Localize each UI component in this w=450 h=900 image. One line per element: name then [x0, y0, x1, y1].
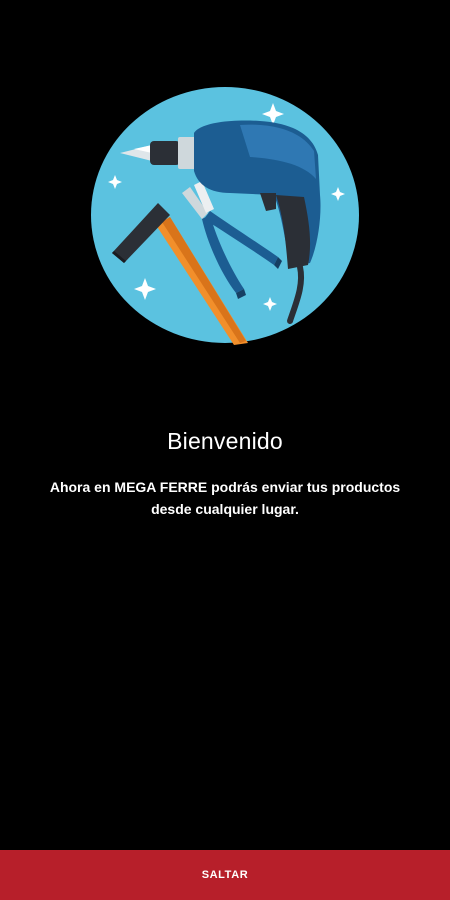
tools-illustration-icon	[91, 87, 359, 345]
skip-button[interactable]: SALTAR	[0, 850, 450, 900]
welcome-description: Ahora en MEGA FERRE podrás enviar tus pr…	[49, 479, 401, 517]
onboarding-screen: Bienvenido Ahora en MEGA FERRE podrás en…	[0, 0, 450, 900]
welcome-title: Bienvenido	[167, 428, 283, 454]
skip-button-label: SALTAR	[201, 869, 249, 881]
